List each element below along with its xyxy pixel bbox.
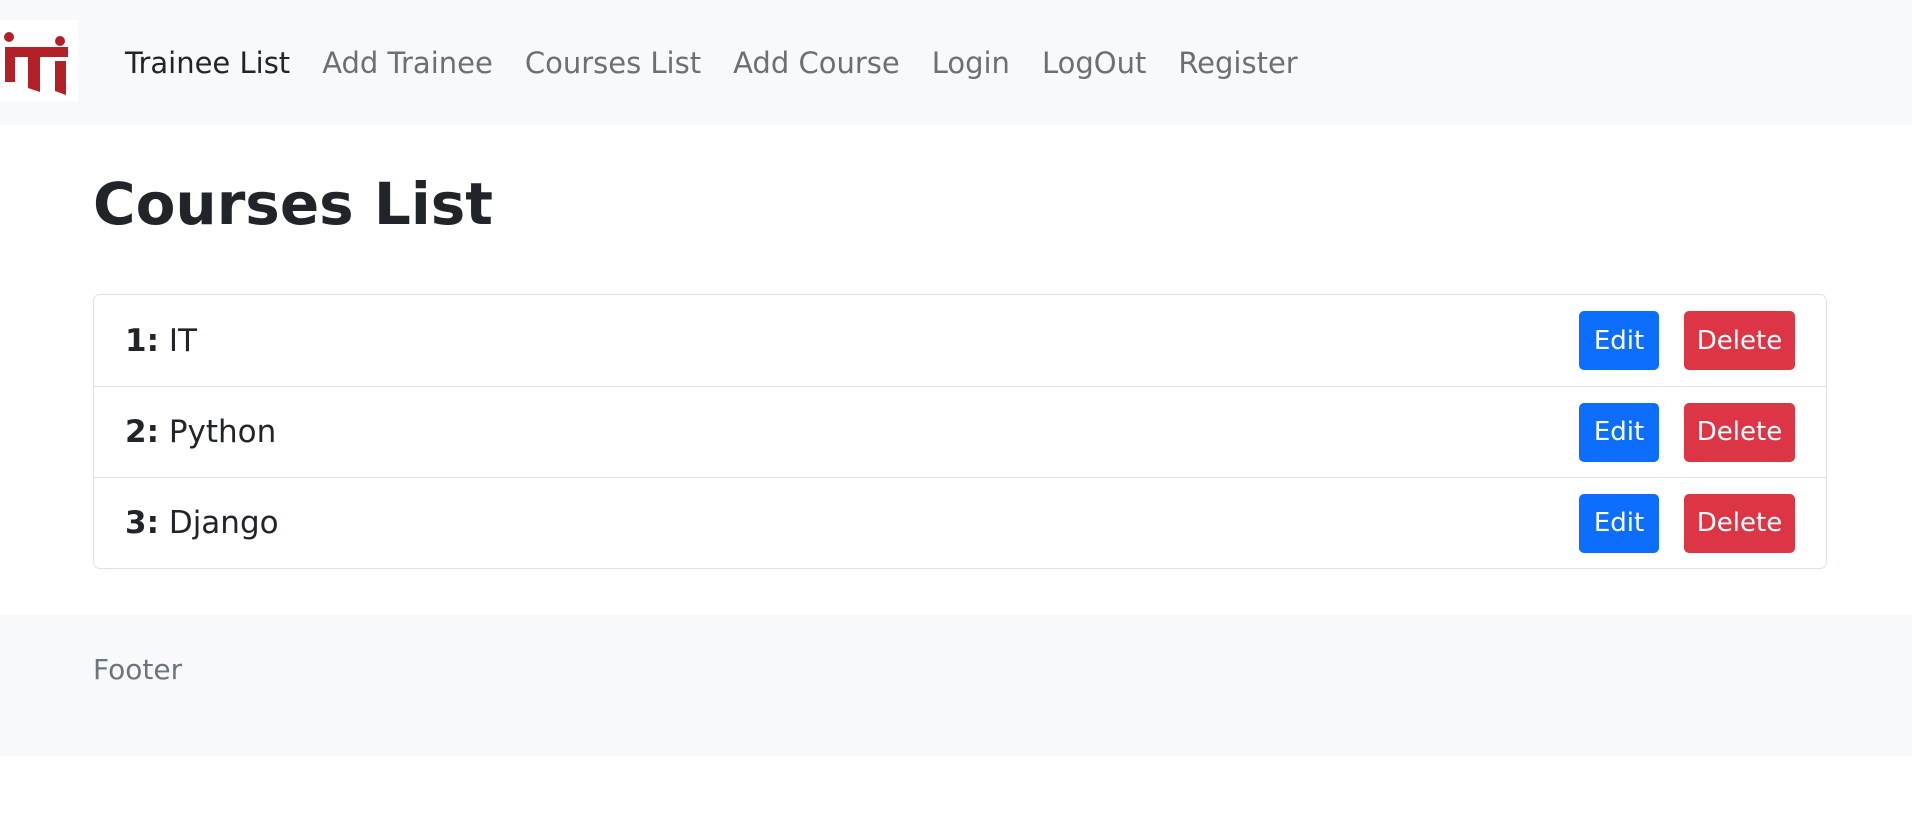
nav-links: Trainee List Add Trainee Courses List Ad… xyxy=(125,0,1314,125)
course-number: 1: xyxy=(125,322,159,359)
nav-link-add-course[interactable]: Add Course xyxy=(717,46,916,80)
nav-link-courses-list[interactable]: Courses List xyxy=(509,46,717,80)
course-name: IT xyxy=(168,322,197,359)
courses-list: 1: IT Edit Delete 2: Python Edit Delete … xyxy=(93,294,1827,569)
nav-link-add-trainee[interactable]: Add Trainee xyxy=(306,46,509,80)
course-name: Python xyxy=(168,414,277,450)
iti-logo-icon xyxy=(4,32,68,95)
navbar: Trainee List Add Trainee Courses List Ad… xyxy=(0,0,1912,125)
course-actions: Edit Delete xyxy=(1579,311,1795,370)
course-list-item: 2: Python Edit Delete xyxy=(94,386,1826,477)
delete-button[interactable]: Delete xyxy=(1684,493,1795,553)
course-list-item: 1: IT Edit Delete xyxy=(94,295,1826,386)
edit-button[interactable]: Edit xyxy=(1579,311,1659,370)
delete-button[interactable]: Delete xyxy=(1684,311,1795,370)
edit-button[interactable]: Edit xyxy=(1579,402,1659,462)
iti-logo[interactable] xyxy=(0,20,78,102)
course-number: 3: xyxy=(125,505,159,541)
course-list-item: 3: Django Edit Delete xyxy=(94,477,1826,568)
footer-text: Footer xyxy=(93,653,183,686)
course-number: 2: xyxy=(125,414,159,450)
edit-button[interactable]: Edit xyxy=(1579,493,1659,553)
course-actions: Edit Delete xyxy=(1579,493,1795,553)
footer: Footer xyxy=(0,615,1912,756)
course-actions: Edit Delete xyxy=(1579,402,1795,462)
page-title: Courses List xyxy=(93,170,493,238)
nav-link-trainee-list[interactable]: Trainee List xyxy=(125,46,306,80)
nav-link-logout[interactable]: LogOut xyxy=(1026,46,1162,80)
delete-button[interactable]: Delete xyxy=(1684,402,1795,462)
nav-link-login[interactable]: Login xyxy=(916,46,1026,80)
course-label: 2: Python xyxy=(125,414,276,450)
course-label: 3: Django xyxy=(125,505,279,541)
course-name: Django xyxy=(168,505,279,541)
nav-link-register[interactable]: Register xyxy=(1162,46,1313,80)
course-label: 1: IT xyxy=(125,323,197,359)
